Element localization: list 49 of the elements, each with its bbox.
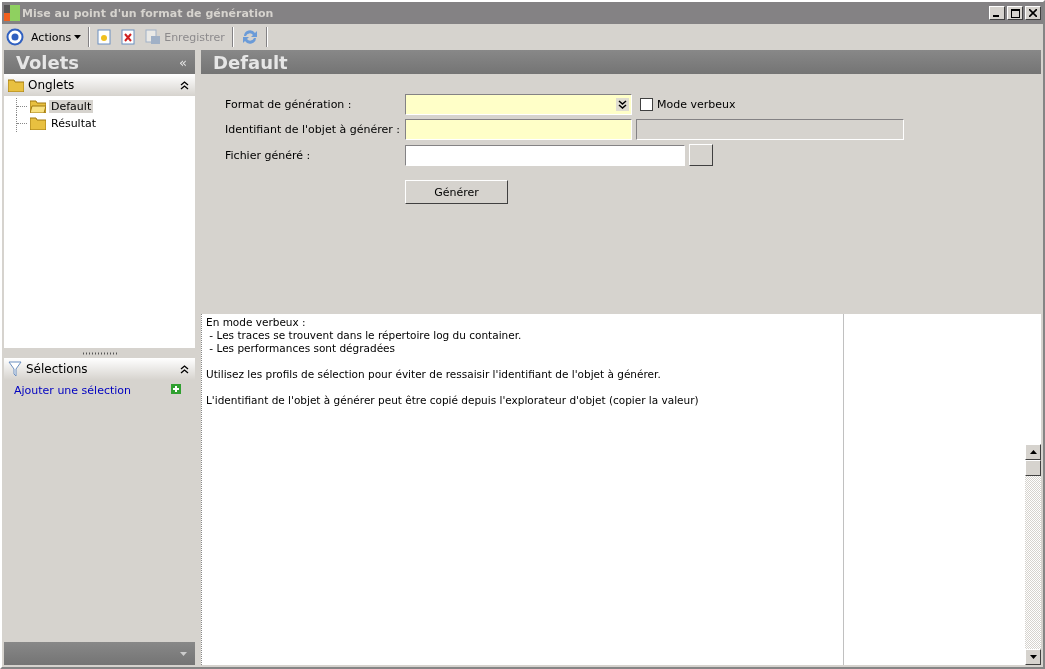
help-text-line: - Les performances sont dégradées — [208, 342, 397, 355]
folder-icon — [8, 78, 24, 92]
close-button[interactable] — [1025, 6, 1041, 20]
target-icon — [6, 28, 24, 46]
up-arrow-icon — [1029, 450, 1037, 454]
actions-menu-button[interactable]: Actions — [28, 28, 85, 46]
scroll-down-button[interactable] — [1025, 649, 1041, 665]
browse-button[interactable] — [689, 144, 713, 166]
filter-icon — [8, 361, 22, 377]
folder-icon — [30, 117, 46, 130]
down-arrow-icon — [1029, 655, 1037, 659]
maximize-button[interactable] — [1007, 6, 1023, 20]
open-folder-icon — [30, 100, 46, 113]
verbose-checkbox[interactable] — [640, 98, 653, 111]
panel-title: Default — [213, 51, 288, 73]
add-icon[interactable] — [171, 384, 181, 394]
field-label: Identifiant de l'objet à générer : — [225, 123, 401, 136]
caret-icon[interactable] — [180, 651, 187, 656]
help-text-line: - Les traces se trouvent dans le répertoire log du container. — [208, 329, 523, 342]
checkbox-label: Mode verbeux — [657, 98, 736, 111]
field-label: Format de génération : — [225, 98, 353, 111]
file-path-field[interactable] — [405, 144, 685, 166]
save-icon — [145, 29, 162, 45]
scroll-up-button[interactable] — [1025, 444, 1041, 460]
scroll-thumb[interactable] — [1025, 460, 1041, 476]
caret-icon — [74, 35, 82, 39]
maximize-icon — [1010, 8, 1020, 18]
tree-item[interactable]: Default — [49, 100, 94, 113]
tree-item[interactable]: Résultat — [49, 117, 99, 130]
window-title: Mise au point d'un format de génération — [22, 6, 275, 20]
section-title: Sélections — [26, 362, 89, 376]
sidebar-title: Volets — [16, 51, 79, 73]
minimize-button[interactable] — [989, 6, 1005, 20]
dropdown-icon — [616, 98, 629, 111]
section-title: Onglets — [28, 78, 76, 92]
vertical-scrollbar[interactable] — [1025, 444, 1041, 665]
collapse-icon[interactable] — [180, 364, 189, 374]
field-label: Fichier généré : — [225, 148, 312, 162]
splitter-grip-icon[interactable] — [82, 351, 117, 355]
format-dropdown[interactable] — [405, 94, 632, 115]
collapse-icon[interactable] — [180, 80, 189, 90]
help-text-line: En mode verbeux : — [206, 316, 307, 329]
identifier-field[interactable] — [405, 119, 632, 140]
help-text-line: L'identifiant de l'objet à générer peut être copié depuis l'explorateur d'objet (copier la valeur) — [206, 394, 700, 407]
close-icon — [1029, 9, 1037, 17]
app-icon — [4, 5, 20, 21]
generate-button[interactable]: Générer — [405, 180, 508, 204]
help-text-line: Utilisez les profils de sélection pour éviter de ressaisir l'identifiant de l'objet à générer. — [206, 368, 662, 381]
add-selection-link[interactable]: Ajouter une sélection — [14, 384, 132, 397]
